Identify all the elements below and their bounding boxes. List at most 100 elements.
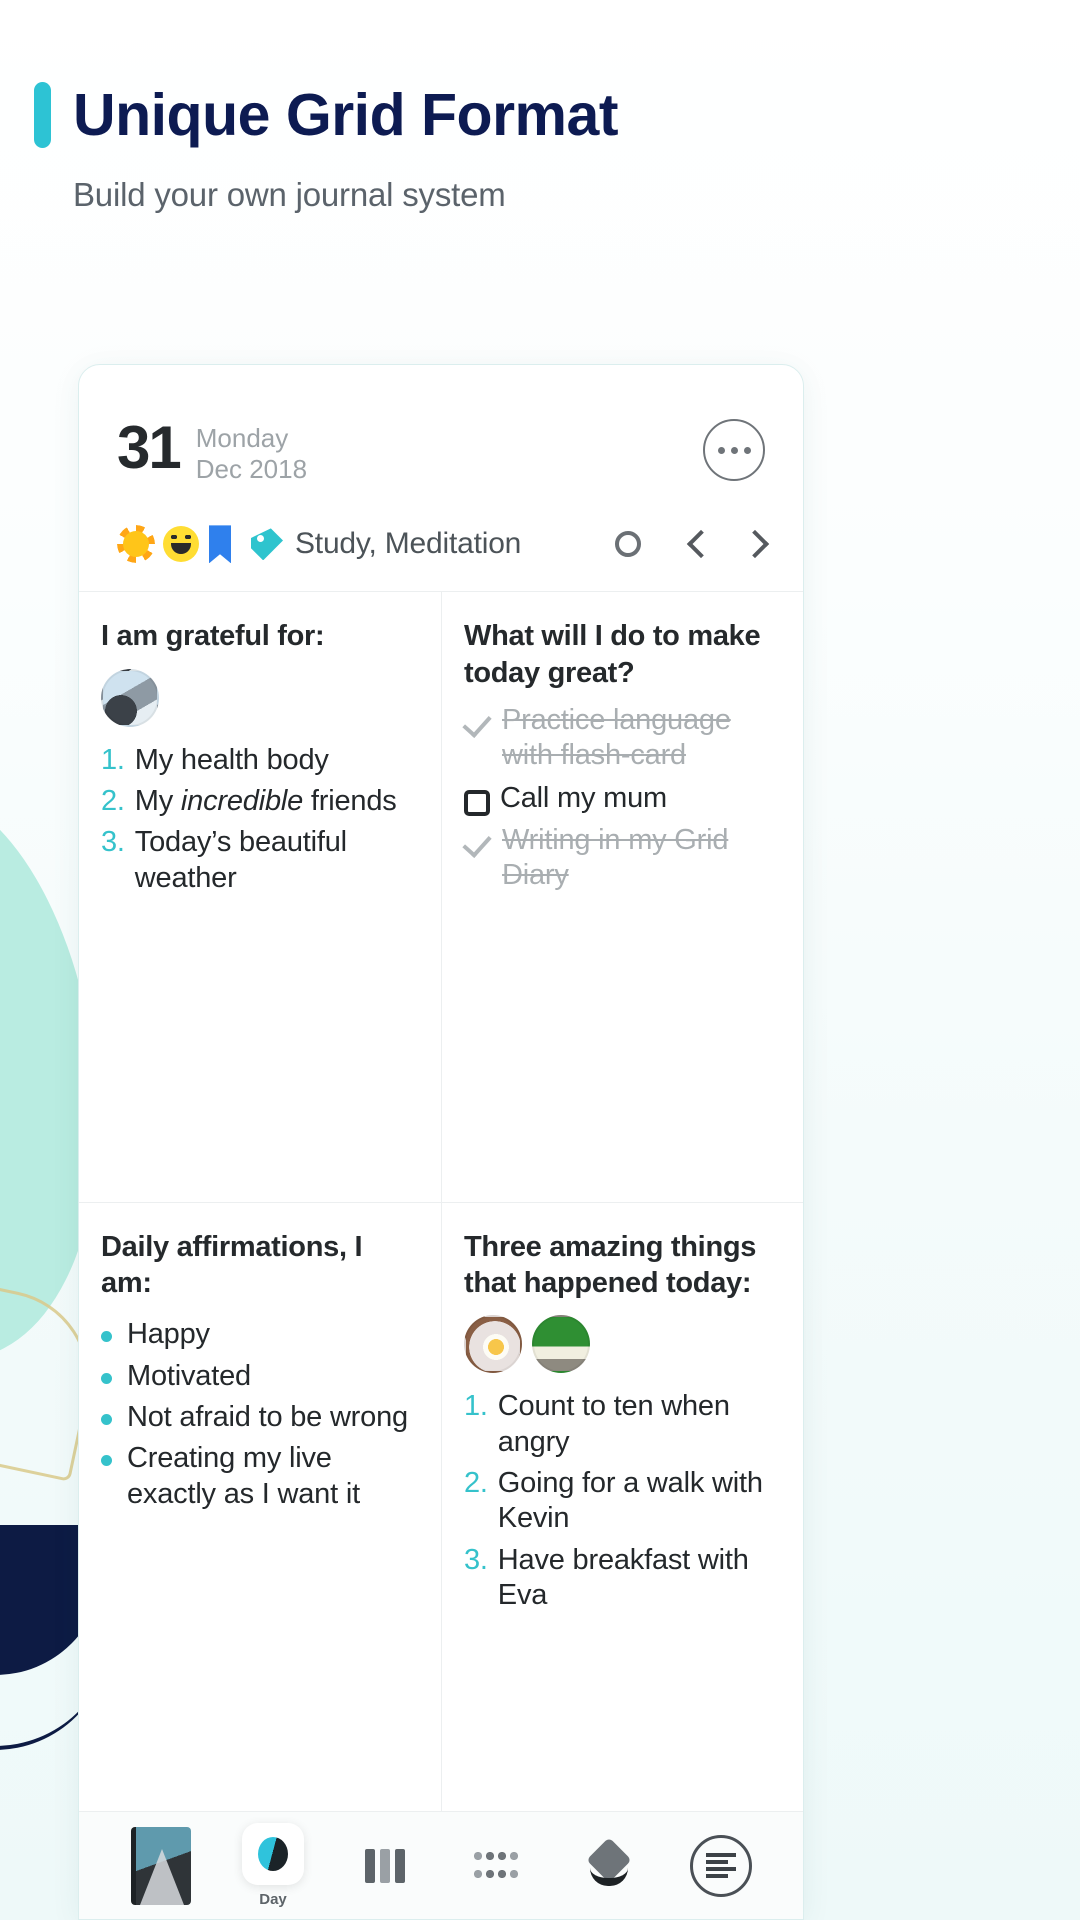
day-icon xyxy=(242,1823,304,1885)
tab-day[interactable]: Day xyxy=(217,1823,329,1908)
list-glyph xyxy=(706,1852,736,1879)
journal-app-card: 31 Monday Dec 2018 Study, Meditation I a… xyxy=(78,364,804,1920)
list-item: 2. My incredible friends xyxy=(101,784,419,819)
list-item: Happy xyxy=(101,1317,419,1352)
bookmark-icon[interactable] xyxy=(209,525,231,564)
tab-day-label: Day xyxy=(259,1891,287,1908)
tag-icon[interactable] xyxy=(251,528,283,561)
journal-grid: I am grateful for: 1. My health body 2. … xyxy=(79,592,803,1811)
dot-2 xyxy=(730,446,738,454)
title-row: Unique Grid Format xyxy=(0,0,1080,148)
book-icon xyxy=(131,1826,191,1905)
bottom-tab-bar: Day xyxy=(79,1811,803,1919)
entry-nav-controls xyxy=(615,530,773,559)
tab-columns[interactable] xyxy=(329,1848,441,1883)
checklist-text: Writing in my Grid Diary xyxy=(502,824,729,892)
cell-title: Daily affirmations, I am: xyxy=(101,1230,363,1299)
list-text: Not afraid to be wrong xyxy=(127,1400,408,1433)
thumbnail-row xyxy=(464,1315,781,1374)
list-number: 1. xyxy=(101,743,125,776)
list-number: 3. xyxy=(101,826,125,859)
grid-cell-make-today-great[interactable]: What will I do to make today great? Prac… xyxy=(441,592,803,1202)
date-month-year: Dec 2018 xyxy=(195,454,308,485)
affirmations-list: Happy Motivated Not afraid to be wrong C… xyxy=(101,1317,419,1512)
list-number: 2. xyxy=(101,785,125,817)
date-header: 31 Monday Dec 2018 xyxy=(79,365,803,485)
list-item: Not afraid to be wrong xyxy=(101,1400,419,1435)
thumbnail-row xyxy=(101,668,419,727)
list-text: Going for a walk with Kevin xyxy=(497,1466,763,1535)
list-number: 2. xyxy=(464,1466,488,1499)
circle-icon[interactable] xyxy=(615,531,641,558)
checklist-item[interactable]: Writing in my Grid Diary xyxy=(462,823,781,894)
day-glyph-icon xyxy=(258,1837,288,1871)
tab-dots[interactable] xyxy=(441,1849,553,1882)
entry-tags[interactable]: Study, Meditation xyxy=(295,527,521,561)
food-photo-thumbnail[interactable] xyxy=(464,1315,522,1374)
check-icon[interactable] xyxy=(462,827,492,859)
list-text: Have breakfast with Eva xyxy=(497,1543,749,1612)
gratitude-list: 1. My health body 2. My incredible frien… xyxy=(101,743,419,897)
date-weekday: Monday xyxy=(195,423,289,453)
date-day-number: 31 xyxy=(117,414,182,481)
cell-title: What will I do to make today great? xyxy=(464,620,761,689)
list-item: 2. Going for a walk with Kevin xyxy=(464,1466,781,1537)
page-header: Unique Grid Format Build your own journa… xyxy=(0,0,1080,214)
more-options-button[interactable] xyxy=(703,419,765,481)
list-text: Motivated xyxy=(127,1359,251,1392)
list-item: Creating my live exactly as I want it xyxy=(101,1441,419,1512)
list-text: Happy xyxy=(127,1318,210,1351)
list-item: 1. Count to ten when angry xyxy=(464,1389,781,1460)
list-icon xyxy=(690,1834,752,1897)
emphasis: incredible xyxy=(180,785,304,817)
page-subtitle: Build your own journal system xyxy=(73,176,506,213)
todo-checklist: Practice language with flash-card Call m… xyxy=(462,703,781,894)
people-photo-thumbnail[interactable] xyxy=(101,668,159,727)
chevron-right-icon[interactable] xyxy=(740,530,770,559)
date-text-block: Monday Dec 2018 xyxy=(196,423,307,485)
cell-title: Three amazing things that happened today… xyxy=(464,1230,757,1299)
checkbox-icon[interactable] xyxy=(464,789,490,816)
list-item: 3. Today’s beautiful weather xyxy=(101,825,419,896)
page-root: Unique Grid Format Build your own journa… xyxy=(0,0,1080,1920)
cell-title: I am grateful for: xyxy=(101,620,325,653)
list-text: Count to ten when angry xyxy=(497,1390,730,1458)
dot-3 xyxy=(743,446,751,454)
bullet-icon xyxy=(101,1331,112,1343)
list-text: Today’s beautiful weather xyxy=(134,826,347,894)
checklist-item[interactable]: Practice language with flash-card xyxy=(462,703,781,774)
amazing-things-list: 1. Count to ten when angry 2. Going for … xyxy=(464,1389,781,1613)
tab-book[interactable] xyxy=(105,1826,217,1905)
checklist-text: Call my mum xyxy=(500,781,667,814)
list-text: My health body xyxy=(134,743,329,776)
checklist-item[interactable]: Call my mum xyxy=(464,781,781,816)
sun-icon[interactable] xyxy=(117,525,155,564)
bullet-icon xyxy=(101,1372,112,1384)
smiley-icon[interactable] xyxy=(163,526,199,563)
dot-1 xyxy=(717,446,725,454)
checklist-text: Practice language with flash-card xyxy=(502,703,731,772)
title-accent-bar xyxy=(34,82,51,148)
list-number: 1. xyxy=(464,1390,488,1423)
list-text: Creating my live exactly as I want it xyxy=(127,1442,360,1510)
list-text: My incredible friends xyxy=(134,785,397,817)
list-item: Motivated xyxy=(101,1359,419,1394)
list-item: 3. Have breakfast with Eva xyxy=(464,1543,781,1614)
tab-layers[interactable] xyxy=(553,1836,665,1888)
entry-meta-row: Study, Meditation xyxy=(79,485,803,593)
bullet-icon xyxy=(101,1455,112,1467)
chevron-left-icon[interactable] xyxy=(686,530,716,559)
columns-icon xyxy=(365,1848,405,1883)
car-photo-thumbnail[interactable] xyxy=(532,1315,590,1374)
dots-icon xyxy=(473,1849,521,1882)
bullet-icon xyxy=(101,1413,112,1425)
check-icon[interactable] xyxy=(462,707,492,738)
grid-cell-three-amazing-things[interactable]: Three amazing things that happened today… xyxy=(441,1201,803,1811)
page-title: Unique Grid Format xyxy=(73,81,618,148)
grid-cell-daily-affirmations[interactable]: Daily affirmations, I am: Happy Motivate… xyxy=(79,1201,441,1811)
list-number: 3. xyxy=(464,1543,488,1576)
tab-list[interactable] xyxy=(665,1834,777,1897)
grid-cell-gratitude[interactable]: I am grateful for: 1. My health body 2. … xyxy=(79,592,441,1201)
layers-icon xyxy=(584,1836,634,1888)
list-item: 1. My health body xyxy=(101,743,419,778)
